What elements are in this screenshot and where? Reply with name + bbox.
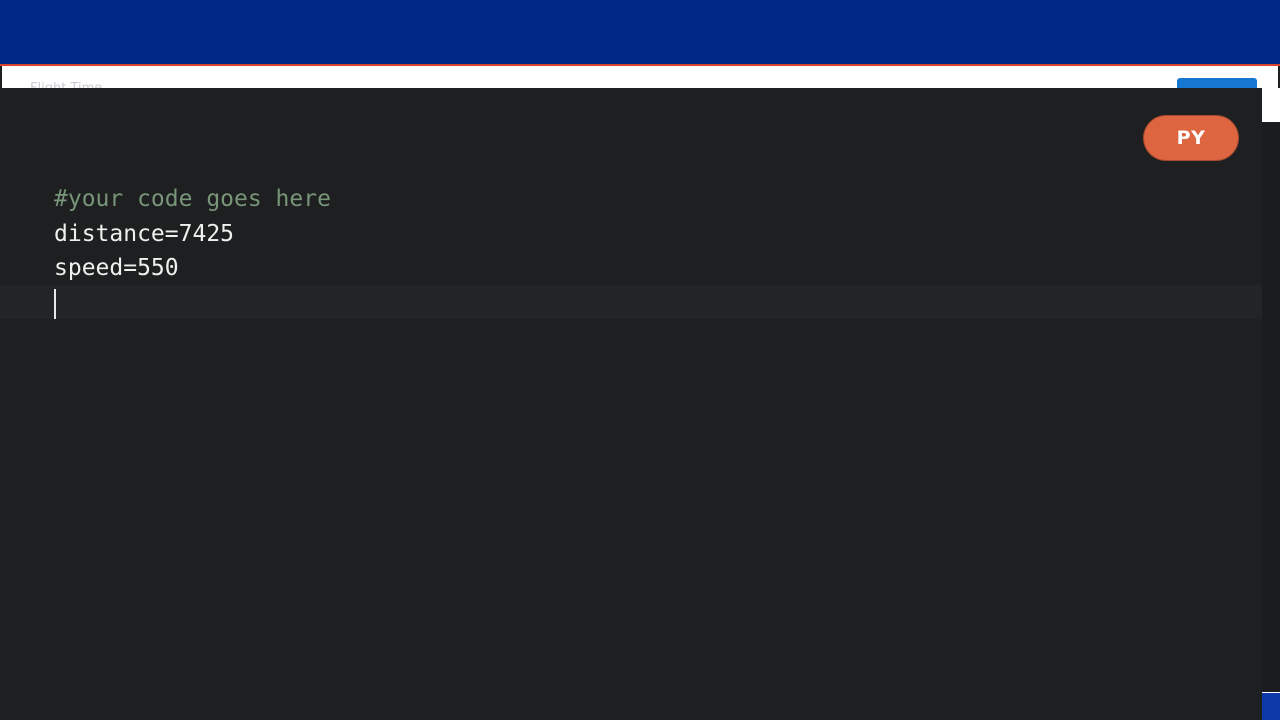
corner-button[interactable] (1262, 692, 1280, 720)
editor-scrollbar[interactable] (1262, 122, 1280, 720)
code-line-empty (54, 286, 331, 321)
code-area[interactable]: #your code goes here distance=7425 speed… (54, 182, 331, 320)
scrollbar-track-top (1262, 88, 1280, 122)
code-line-speed: speed=550 (54, 255, 179, 281)
language-badge[interactable]: PY (1144, 116, 1238, 160)
code-line-comment: #your code goes here (54, 186, 331, 212)
top-header-bar (0, 0, 1280, 66)
text-cursor (54, 289, 56, 319)
code-line-distance: distance=7425 (54, 220, 235, 247)
lesson-header-strip: Flight Time (2, 66, 1278, 90)
